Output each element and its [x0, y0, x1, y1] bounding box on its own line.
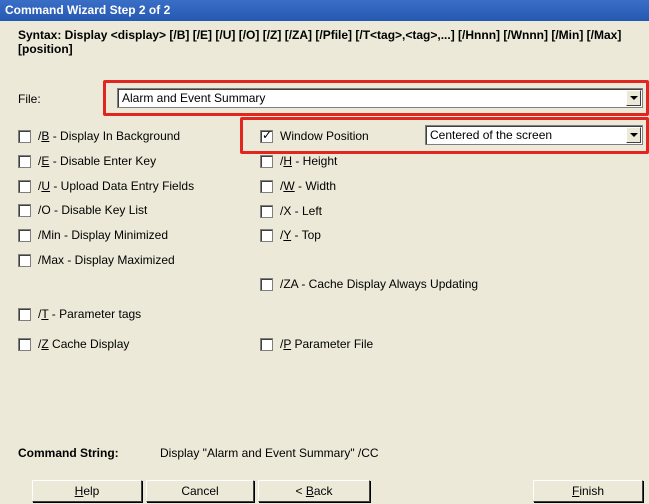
cancel-button-label: Cancel — [181, 484, 219, 498]
window-title: Command Wizard Step 2 of 2 — [0, 0, 649, 21]
back-button-accel: B — [305, 484, 314, 498]
option-check-box[interactable] — [18, 130, 31, 143]
option-label-accel: U — [41, 178, 51, 193]
option-check-box[interactable] — [260, 204, 273, 218]
finish-button[interactable]: Finish — [533, 480, 643, 502]
option-check-box[interactable] — [18, 229, 31, 243]
option-label: /O - Disable Key List — [38, 203, 147, 217]
option-check-box[interactable] — [260, 155, 273, 168]
option-label-prefix: /Min - Display Minimized — [38, 228, 169, 243]
option-label: /U - Upload Data Entry Fields — [38, 179, 194, 193]
option-label-accel: H — [283, 154, 293, 168]
option-label-rest: - Disable Enter Key — [49, 153, 157, 168]
chevron-down-icon[interactable] — [626, 90, 641, 106]
option-label-rest: Parameter File — [291, 337, 374, 351]
back-button[interactable]: < Back — [258, 480, 370, 502]
option-check-box[interactable] — [260, 278, 273, 291]
option-check-box[interactable] — [18, 179, 31, 193]
cancel-button[interactable]: Cancel — [146, 480, 254, 502]
option-label: /Y - Top — [280, 228, 321, 242]
command-wizard-window: Command Wizard Step 2 of 2 Syntax: Displ… — [0, 0, 649, 504]
option-check-box[interactable] — [18, 204, 31, 218]
option-label: /B - Display In Background — [38, 129, 180, 143]
option-label: /Min - Display Minimized — [38, 228, 168, 242]
option-check-box[interactable] — [18, 308, 31, 321]
file-select-value: Alarm and Event Summary — [122, 91, 266, 105]
option-check-box[interactable] — [18, 254, 31, 267]
help-button[interactable]: Help — [32, 480, 142, 502]
option-label-accel: P — [283, 337, 292, 351]
option-check-box[interactable] — [260, 179, 273, 193]
window-position-select[interactable]: Centered of the screen — [425, 125, 643, 145]
back-button-label: ack — [313, 484, 333, 498]
option-label-prefix: /ZA - Cache Display Always Updating — [280, 277, 479, 291]
option-label: /X - Left — [280, 204, 322, 218]
option-label-rest: - Parameter tags — [48, 307, 142, 321]
option-label-rest: - Upload Data Entry Fields — [50, 178, 195, 193]
option-label-rest: Cache Display — [48, 337, 130, 351]
window-position-value: Centered of the screen — [430, 128, 553, 142]
option-label: /T - Parameter tags — [38, 307, 141, 321]
option-label: /W - Width — [280, 179, 336, 193]
option-check-box[interactable] — [260, 229, 273, 243]
option-label-prefix: /X - Left — [280, 203, 323, 218]
option-label: /Max - Display Maximized — [38, 253, 175, 267]
option-label-accel: W — [283, 178, 295, 193]
option-label-rest: - Height — [292, 154, 338, 168]
option-label: /E - Disable Enter Key — [38, 154, 156, 168]
option-label-prefix: /O - Disable Key List — [38, 203, 148, 218]
finish-button-label: inish — [579, 484, 605, 498]
chevron-down-icon[interactable] — [626, 127, 641, 143]
window-position-check-box[interactable] — [260, 128, 273, 143]
option-label-rest: - Width — [294, 178, 337, 193]
command-string-label: Command String: — [18, 446, 119, 460]
option-label-rest: - Top — [291, 228, 321, 243]
window-position-label: Window Position — [280, 129, 369, 143]
option-check-box[interactable] — [18, 154, 31, 168]
option-label-prefix: /Max - Display Maximized — [38, 253, 175, 267]
option-check-box[interactable] — [260, 338, 273, 351]
option-label-accel: Y — [283, 228, 292, 243]
option-label: /P Parameter File — [280, 337, 373, 351]
option-check-box[interactable] — [18, 338, 31, 351]
command-string-value: Display "Alarm and Event Summary" /CC — [160, 446, 379, 460]
option-label-accel: Z — [41, 337, 49, 351]
back-button-prefix: < — [295, 484, 306, 498]
file-label: File: — [18, 92, 41, 106]
file-select[interactable]: Alarm and Event Summary — [117, 88, 643, 108]
option-label: /Z Cache Display — [38, 337, 129, 351]
option-label: /ZA - Cache Display Always Updating — [280, 277, 478, 291]
option-label: /H - Height — [280, 154, 337, 168]
syntax-text: Syntax: Display <display> [/B] [/E] [/U]… — [18, 28, 622, 56]
help-button-label: elp — [83, 484, 100, 498]
option-label-rest: - Display In Background — [49, 129, 181, 143]
